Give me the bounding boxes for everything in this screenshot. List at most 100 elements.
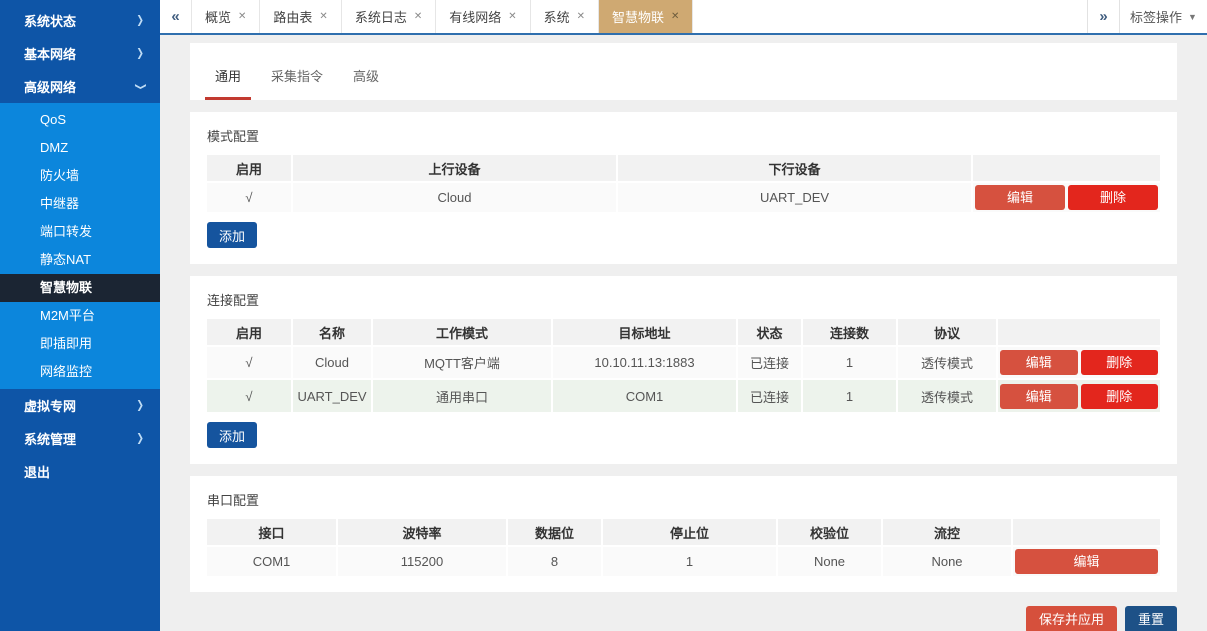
column-header: 连接数 xyxy=(802,319,897,346)
sidebar-item-upnp[interactable]: 即插即用 xyxy=(0,330,160,358)
tab-system-log[interactable]: 系统日志 ✕ xyxy=(342,0,436,33)
column-header-actions xyxy=(997,319,1160,346)
sidebar-item-label: 虚拟专网 xyxy=(24,396,76,415)
tab-general[interactable]: 通用 xyxy=(205,66,251,100)
add-button[interactable]: 添加 xyxy=(207,422,257,448)
section-title: 模式配置 xyxy=(207,126,1160,145)
sidebar-item-system-management[interactable]: 系统管理 ❯ xyxy=(0,422,160,455)
tab-operations-label: 标签操作 xyxy=(1130,7,1182,26)
sidebar-submenu: QoS DMZ 防火墙 中继器 端口转发 静态NAT 智慧物联 M2M平台 即插… xyxy=(0,103,160,389)
tab-collect-commands[interactable]: 采集指令 xyxy=(261,66,333,100)
caret-down-icon: ▼ xyxy=(1188,12,1197,22)
cell-work-mode: 通用串口 xyxy=(372,379,552,412)
tab-wired-network[interactable]: 有线网络 ✕ xyxy=(436,0,530,33)
column-header: 工作模式 xyxy=(372,319,552,346)
reset-button[interactable]: 重置 xyxy=(1125,606,1177,631)
cell-downstream-device: UART_DEV xyxy=(617,182,972,212)
tab-smart-iot[interactable]: 智慧物联 ✕ xyxy=(599,0,693,33)
sidebar-item-m2m-platform[interactable]: M2M平台 xyxy=(0,302,160,330)
close-icon[interactable]: ✕ xyxy=(319,11,327,22)
sidebar-item-port-forwarding[interactable]: 端口转发 xyxy=(0,218,160,246)
sidebar-item-dmz[interactable]: DMZ xyxy=(0,134,160,162)
column-header: 校验位 xyxy=(777,519,882,546)
cell-status: 已连接 xyxy=(737,379,802,412)
tab-operations-dropdown[interactable]: 标签操作 ▼ xyxy=(1119,0,1207,33)
delete-button[interactable]: 删除 xyxy=(1081,384,1159,409)
sidebar-item-qos[interactable]: QoS xyxy=(0,106,160,134)
chevron-right-icon: ❯ xyxy=(136,14,144,26)
sidebar-item-repeater[interactable]: 中继器 xyxy=(0,190,160,218)
main-area: « 概览 ✕ 路由表 ✕ 系统日志 ✕ 有线网络 ✕ 系统 ✕ 智慧物 xyxy=(160,0,1207,631)
edit-button[interactable]: 编辑 xyxy=(975,185,1065,210)
cell-connection-count: 1 xyxy=(802,346,897,379)
column-header: 流控 xyxy=(882,519,1012,546)
row-actions-cell: 编辑 删除 xyxy=(972,182,1160,212)
sidebar-item-network-monitor[interactable]: 网络监控 xyxy=(0,358,160,386)
footer-actions: 保存并应用 重置 xyxy=(190,604,1177,631)
table-header-row: 启用 名称 工作模式 目标地址 状态 连接数 协议 xyxy=(207,319,1160,346)
table-header-row: 启用 上行设备 下行设备 xyxy=(207,155,1160,182)
scroll-tabs-left-button[interactable]: « xyxy=(160,0,192,33)
column-header-actions xyxy=(1012,519,1160,546)
sidebar-item-label: 高级网络 xyxy=(24,77,76,96)
column-header: 接口 xyxy=(207,519,337,546)
close-icon[interactable]: ✕ xyxy=(414,11,422,22)
cell-target-address: COM1 xyxy=(552,379,737,412)
tab-routing-table[interactable]: 路由表 ✕ xyxy=(260,0,341,33)
enabled-checkmark: √ xyxy=(207,379,292,412)
tab-advanced[interactable]: 高级 xyxy=(343,66,389,100)
sidebar-item-system-status[interactable]: 系统状态 ❯ xyxy=(0,4,160,37)
cell-parity: None xyxy=(777,546,882,576)
table-header-row: 接口 波特率 数据位 停止位 校验位 流控 xyxy=(207,519,1160,546)
tabbar-spacer xyxy=(693,0,1087,33)
delete-button[interactable]: 删除 xyxy=(1081,350,1159,375)
tab-label: 有线网络 xyxy=(449,7,501,26)
app-window: 系统状态 ❯ 基本网络 ❯ 高级网络 ❯ QoS DMZ 防火墙 中继器 端口转… xyxy=(0,0,1207,631)
delete-button[interactable]: 删除 xyxy=(1068,185,1158,210)
scroll-tabs-right-button[interactable]: » xyxy=(1087,0,1119,33)
edit-button[interactable]: 编辑 xyxy=(1000,384,1078,409)
edit-button[interactable]: 编辑 xyxy=(1015,549,1158,574)
sidebar-item-label: 退出 xyxy=(24,462,50,481)
close-icon[interactable]: ✕ xyxy=(577,11,585,22)
tab-system[interactable]: 系统 ✕ xyxy=(531,0,599,33)
save-and-apply-button[interactable]: 保存并应用 xyxy=(1026,606,1117,631)
top-tabbar: « 概览 ✕ 路由表 ✕ 系统日志 ✕ 有线网络 ✕ 系统 ✕ 智慧物 xyxy=(160,0,1207,35)
table-row: COM1 115200 8 1 None None 编辑 xyxy=(207,546,1160,576)
sidebar-item-smart-iot[interactable]: 智慧物联 xyxy=(0,274,160,302)
column-header: 名称 xyxy=(292,319,372,346)
column-header: 数据位 xyxy=(507,519,602,546)
row-actions-cell: 编辑 xyxy=(1012,546,1160,576)
column-header: 下行设备 xyxy=(617,155,972,182)
sidebar: 系统状态 ❯ 基本网络 ❯ 高级网络 ❯ QoS DMZ 防火墙 中继器 端口转… xyxy=(0,0,160,631)
column-header: 状态 xyxy=(737,319,802,346)
sidebar-item-basic-network[interactable]: 基本网络 ❯ xyxy=(0,37,160,70)
sidebar-item-firewall[interactable]: 防火墙 xyxy=(0,162,160,190)
table-row: √ Cloud MQTT客户端 10.10.11.13:1883 已连接 1 透… xyxy=(207,346,1160,379)
content-area: 通用 采集指令 高级 模式配置 启用 上行设备 下行设备 xyxy=(160,35,1207,631)
cell-name: UART_DEV xyxy=(292,379,372,412)
tab-overview[interactable]: 概览 ✕ xyxy=(192,0,260,33)
connection-config-section: 连接配置 启用 名称 工作模式 目标地址 状态 连接数 xyxy=(190,276,1177,464)
close-icon[interactable]: ✕ xyxy=(238,11,246,22)
sidebar-item-advanced-network[interactable]: 高级网络 ❯ xyxy=(0,70,160,103)
cell-work-mode: MQTT客户端 xyxy=(372,346,552,379)
close-icon[interactable]: ✕ xyxy=(671,11,679,22)
edit-button[interactable]: 编辑 xyxy=(1000,350,1078,375)
row-actions-cell: 编辑 删除 xyxy=(997,379,1160,412)
tab-label: 系统日志 xyxy=(355,7,407,26)
sidebar-item-vpn[interactable]: 虚拟专网 ❯ xyxy=(0,389,160,422)
column-header: 波特率 xyxy=(337,519,507,546)
sidebar-item-static-nat[interactable]: 静态NAT xyxy=(0,246,160,274)
sidebar-item-logout[interactable]: 退出 xyxy=(0,455,160,488)
serial-config-section: 串口配置 接口 波特率 数据位 停止位 校验位 流控 xyxy=(190,476,1177,592)
column-header: 停止位 xyxy=(602,519,777,546)
close-icon[interactable]: ✕ xyxy=(508,11,516,22)
column-header: 启用 xyxy=(207,155,292,182)
chevron-right-icon: ❯ xyxy=(136,432,144,444)
sidebar-item-label: 系统状态 xyxy=(24,11,76,30)
add-button[interactable]: 添加 xyxy=(207,222,257,248)
chevron-right-icon: ❯ xyxy=(136,399,144,411)
section-title: 连接配置 xyxy=(207,290,1160,309)
sidebar-item-label: 系统管理 xyxy=(24,429,76,448)
